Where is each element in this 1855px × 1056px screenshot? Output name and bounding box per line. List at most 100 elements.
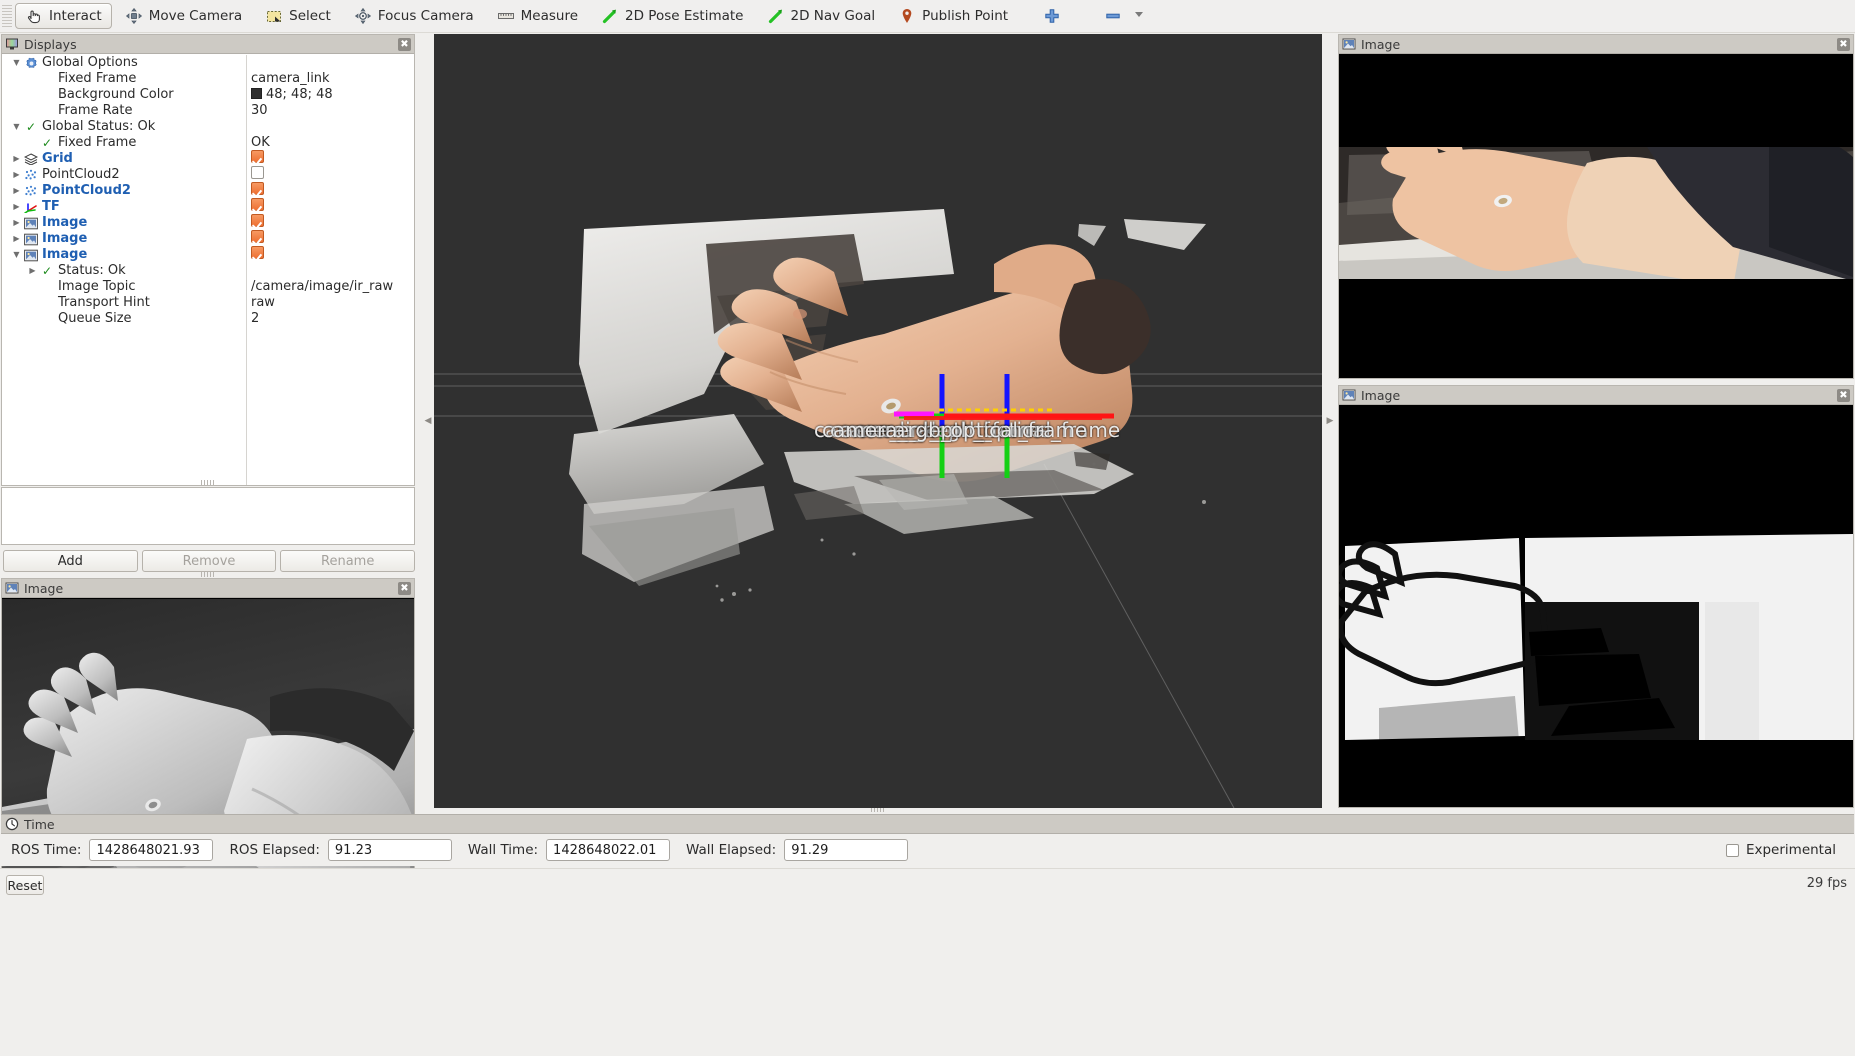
grid-icon: [23, 153, 39, 165]
rename-display-button[interactable]: Rename: [280, 550, 415, 572]
tool-select[interactable]: Select: [255, 3, 341, 29]
display-tree-row[interactable]: ▶Grid: [2, 151, 414, 167]
pointcloud-icon: [23, 169, 39, 181]
checkbox[interactable]: [251, 230, 264, 243]
display-tree-row[interactable]: ▶ PointCloud2: [2, 167, 414, 183]
reset-button[interactable]: Reset: [6, 875, 44, 895]
tool-publish-point[interactable]: Publish Point: [888, 3, 1018, 29]
chevron-right-icon[interactable]: ▶: [10, 167, 23, 183]
checkbox[interactable]: [251, 166, 264, 179]
display-tree-row-label: Background Color: [55, 87, 174, 103]
toolbar-drag-handle[interactable]: [2, 5, 12, 27]
time-panel-titlebar: Time: [1, 814, 1854, 834]
display-tree-row-label: Transport Hint: [55, 295, 150, 311]
check-icon: ✓: [39, 135, 55, 151]
display-tree-row[interactable]: ▶Image: [2, 231, 414, 247]
color-swatch[interactable]: [251, 88, 262, 99]
chevron-down-icon[interactable]: ▼: [10, 247, 23, 263]
display-enable-checkbox[interactable]: [251, 246, 264, 264]
display-tree-row[interactable]: Transport Hint raw: [2, 295, 414, 311]
ros-elapsed-input[interactable]: 91.23: [328, 839, 452, 861]
display-tree-row-label: PointCloud2: [39, 183, 131, 199]
chevron-right-icon[interactable]: ▶: [26, 263, 39, 279]
display-tree-row[interactable]: ▶ TF: [2, 199, 414, 215]
image-icon: [1342, 388, 1356, 402]
wall-elapsed-input[interactable]: 91.29: [784, 839, 908, 861]
image-panel-right-bottom-titlebar: Image ✖: [1339, 386, 1853, 405]
time-panel: Time ROS Time: 1428648021.93 ROS Elapsed…: [1, 814, 1854, 866]
display-tree-row-label: Global Status: Ok: [39, 119, 155, 135]
tool-2d-pose-estimate-label: 2D Pose Estimate: [625, 8, 743, 24]
tool-2d-nav-goal[interactable]: 2D Nav Goal: [757, 3, 886, 29]
right-view-splitter[interactable]: ▶: [1326, 34, 1334, 808]
tool-2d-nav-goal-label: 2D Nav Goal: [791, 8, 876, 24]
depth-camera-view[interactable]: [1339, 406, 1853, 807]
display-property-value-text: 2: [251, 311, 259, 326]
tool-move-camera-label: Move Camera: [149, 8, 242, 24]
chevron-right-icon[interactable]: ▶: [10, 199, 23, 215]
close-icon[interactable]: ✖: [398, 38, 411, 51]
display-tree-row-label: PointCloud2: [39, 167, 120, 183]
chevron-right-icon[interactable]: ▶: [10, 231, 23, 247]
display-property-value-text: 30: [251, 103, 268, 118]
display-tree-row[interactable]: ✓Fixed FrameOK: [2, 135, 414, 151]
hand-cursor-icon: [25, 7, 43, 25]
clock-icon: [5, 817, 19, 831]
tool-focus-camera[interactable]: Focus Camera: [344, 3, 484, 29]
display-tree-row[interactable]: ▶✓Status: Ok: [2, 263, 414, 279]
displays-tree[interactable]: ▼ Global OptionsFixed Framecamera_linkBac…: [2, 55, 414, 485]
close-icon[interactable]: ✖: [1837, 38, 1850, 51]
experimental-toggle[interactable]: Experimental: [1726, 842, 1844, 858]
display-property-value: raw: [251, 295, 275, 311]
display-tree-row[interactable]: Queue Size 2: [2, 311, 414, 327]
tool-measure[interactable]: Measure: [487, 3, 588, 29]
display-tree-row-label: Queue Size: [55, 311, 132, 327]
display-tree-row[interactable]: ▼✓Global Status: Ok: [2, 119, 414, 135]
experimental-label: Experimental: [1746, 842, 1836, 858]
experimental-checkbox[interactable]: [1726, 844, 1739, 857]
checkbox[interactable]: [251, 182, 264, 195]
display-tree-row[interactable]: Frame Rate30: [2, 103, 414, 119]
display-tree-row[interactable]: Background Color48; 48; 48: [2, 87, 414, 103]
displays-splitter[interactable]: [1, 479, 415, 485]
checkbox[interactable]: [251, 246, 264, 259]
display-tree-row[interactable]: ▼ Global Options: [2, 55, 414, 71]
toolbar-overflow-button[interactable]: [1125, 3, 1157, 29]
checkbox[interactable]: [251, 150, 264, 163]
chevron-down-icon[interactable]: ▼: [10, 55, 23, 71]
tool-2d-pose-estimate[interactable]: 2D Pose Estimate: [591, 3, 753, 29]
tf-axes-icon: [23, 201, 39, 213]
display-property-value-text: camera_link: [251, 71, 330, 86]
chevron-down-icon[interactable]: ▼: [10, 119, 23, 135]
close-icon[interactable]: ✖: [1837, 389, 1850, 402]
tool-interact-label: Interact: [49, 8, 102, 24]
display-tree-row[interactable]: ▼ Image: [2, 247, 414, 263]
render-view-3d[interactable]: camera_link camera_depth_frame camera_rg…: [434, 34, 1322, 808]
display-tree-row[interactable]: ▶ PointCloud2: [2, 183, 414, 199]
checkbox[interactable]: [251, 198, 264, 211]
display-tree-row-label: Image: [39, 247, 87, 263]
checkbox[interactable]: [251, 214, 264, 227]
tool-move-camera[interactable]: Move Camera: [115, 3, 252, 29]
remove-display-button[interactable]: Remove: [142, 550, 277, 572]
left-dock-splitter[interactable]: [1, 571, 415, 577]
add-display-button[interactable]: Add: [3, 550, 138, 572]
display-tree-row-label: TF: [39, 199, 60, 215]
tool-interact[interactable]: Interact: [15, 3, 112, 29]
displays-panel: Displays ✖ ▼Global OptionsFixed Framecam…: [1, 34, 415, 486]
display-tree-row-label: Global Options: [39, 55, 138, 71]
chevron-right-icon[interactable]: ▶: [10, 151, 23, 167]
display-property-value: OK: [251, 135, 270, 151]
chevron-right-icon[interactable]: ▶: [10, 215, 23, 231]
wall-time-input[interactable]: 1428648022.01: [546, 839, 670, 861]
rgb-camera-view[interactable]: [1339, 55, 1853, 378]
display-tree-row-label: Image Topic: [55, 279, 136, 295]
add-tool-button[interactable]: [1033, 3, 1071, 29]
chevron-right-icon[interactable]: ▶: [10, 183, 23, 199]
close-icon[interactable]: ✖: [398, 582, 411, 595]
display-tree-row[interactable]: Image Topic/camera/image/ir_raw: [2, 279, 414, 295]
display-tree-row[interactable]: ▶Image: [2, 215, 414, 231]
left-view-splitter[interactable]: ◀: [424, 34, 432, 808]
ros-time-input[interactable]: 1428648021.93: [89, 839, 213, 861]
display-tree-row[interactable]: Fixed Framecamera_link: [2, 71, 414, 87]
